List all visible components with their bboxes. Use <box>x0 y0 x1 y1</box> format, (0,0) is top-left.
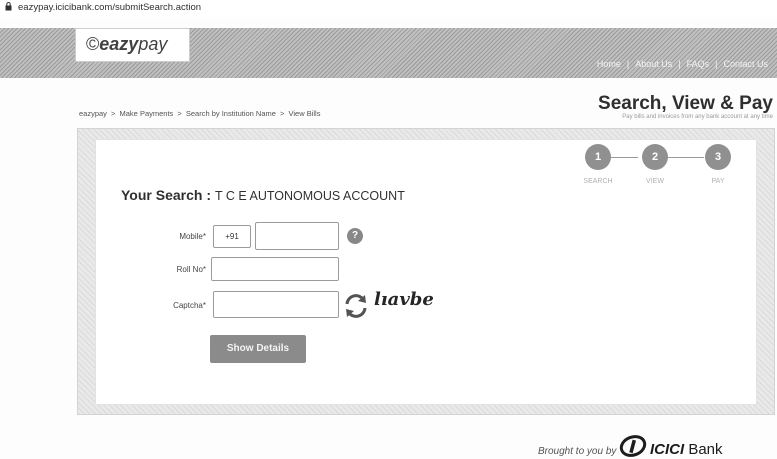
nav-faqs[interactable]: FAQs <box>687 59 710 69</box>
step-3-label: PAY <box>711 178 725 185</box>
mobile-label: Mobile* <box>179 232 206 241</box>
breadcrumb-view-bills: View Bills <box>288 109 321 118</box>
nav-home[interactable]: Home <box>597 59 621 69</box>
logo-light: pay <box>138 34 168 54</box>
nav-separator: | <box>678 59 681 69</box>
brought-to-you-text: Brought to you by <box>538 446 617 457</box>
step-1-badge: 1 <box>585 144 611 170</box>
logo-bold: eazy <box>99 34 139 54</box>
your-search-label: Your Search : <box>121 187 211 203</box>
mobile-input[interactable] <box>255 222 339 250</box>
eazypay-logo[interactable]: ©eazypay <box>75 28 190 62</box>
page-subtitle: Pay bills and invoices from any bank acc… <box>622 114 773 120</box>
captcha-input[interactable] <box>213 291 339 318</box>
refresh-icon[interactable] <box>341 291 371 321</box>
step-2-label: VIEW <box>646 178 664 185</box>
icici-bank-name[interactable]: ICICI Bank <box>650 441 723 458</box>
roll-no-input[interactable] <box>211 257 339 281</box>
your-search-value: T C E AUTONOMOUS ACCOUNT <box>215 189 405 203</box>
bank-name-rest: Bank <box>684 441 723 458</box>
nav-separator: | <box>626 59 630 69</box>
your-search: Your Search : T C E AUTONOMOUS ACCOUNT <box>121 187 405 205</box>
icici-logo-icon <box>619 435 647 457</box>
breadcrumb: eazypay > Make Payments > Search by Inst… <box>79 109 320 118</box>
breadcrumb-separator: > <box>111 109 116 118</box>
breadcrumb-make-payments[interactable]: Make Payments <box>120 109 174 118</box>
step-3-badge: 3 <box>705 144 731 170</box>
lock-icon <box>5 2 12 11</box>
breadcrumb-eazypay[interactable]: eazypay <box>79 109 107 118</box>
page-title: Search, View & Pay <box>598 93 773 114</box>
nav-contact-us[interactable]: Contact Us <box>723 59 768 69</box>
show-details-button[interactable]: Show Details <box>210 335 306 363</box>
step-connector <box>610 157 638 158</box>
logo-symbol: © <box>86 34 100 54</box>
nav-about-us[interactable]: About Us <box>635 59 672 69</box>
breadcrumb-separator: > <box>280 109 285 118</box>
url-text[interactable]: eazypay.icicibank.com/submitSearch.actio… <box>18 2 201 13</box>
captcha-image-text: lıavbe <box>374 289 434 310</box>
nav-separator: | <box>715 59 718 69</box>
step-1-label: SEARCH <box>583 178 613 185</box>
breadcrumb-search-by-institution[interactable]: Search by Institution Name <box>186 109 276 118</box>
bank-name-bold: ICICI <box>650 441 685 458</box>
step-2-badge: 2 <box>642 144 668 170</box>
top-nav: Home | About Us | FAQs | Contact Us <box>594 59 771 69</box>
country-code-field[interactable]: +91 <box>213 225 251 248</box>
breadcrumb-separator: > <box>177 109 182 118</box>
step-connector <box>666 157 704 158</box>
captcha-label: Captcha* <box>173 301 206 310</box>
address-bar[interactable]: eazypay.icicibank.com/submitSearch.actio… <box>0 0 777 17</box>
help-icon[interactable]: ? <box>347 228 363 244</box>
roll-no-label: Roll No* <box>176 265 206 274</box>
